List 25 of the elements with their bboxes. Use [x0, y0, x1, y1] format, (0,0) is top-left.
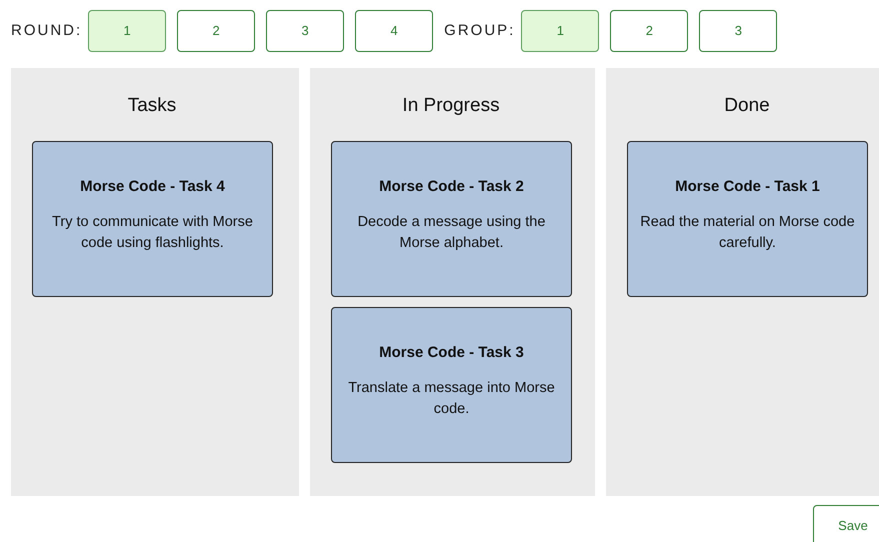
round-label: ROUND:	[11, 20, 82, 41]
card-description: Translate a message into Morse code.	[347, 379, 556, 419]
task-card[interactable]: Morse Code - Task 1 Read the material on Morse code carefully.	[627, 140, 868, 296]
save-button[interactable]: Save	[813, 505, 879, 542]
task-card[interactable]: Morse Code - Task 2 Decode a message using the Morse alphabet.	[331, 140, 572, 296]
card-title: Morse Code - Task 3	[378, 342, 525, 362]
card-title: Morse Code - Task 4	[79, 176, 226, 196]
column-title: Done	[723, 94, 771, 118]
round-option[interactable]: 4	[355, 10, 434, 52]
task-card[interactable]: Morse Code - Task 4 Try to communicate with Morse code using flashlights.	[32, 140, 273, 296]
column-title: Tasks	[126, 94, 178, 118]
round-option[interactable]: 3	[266, 10, 344, 52]
card-title: Morse Code - Task 1	[674, 176, 821, 196]
group-option[interactable]: 1	[521, 10, 600, 52]
column-title: In Progress	[401, 94, 501, 118]
group-option[interactable]: 3	[699, 10, 778, 52]
card-title: Morse Code - Task 2	[378, 176, 525, 196]
card-description: Read the material on Morse code carefully.	[639, 213, 856, 253]
round-option[interactable]: 2	[177, 10, 256, 52]
round-option[interactable]: 1	[88, 10, 166, 52]
group-label: GROUP:	[444, 20, 516, 41]
card-description: Decode a message using the Morse alphabet.	[356, 213, 546, 253]
group-option[interactable]: 2	[610, 10, 688, 52]
card-description: Try to communicate with Morse code using flashlights.	[51, 213, 254, 253]
task-card[interactable]: Morse Code - Task 3 Translate a message into Morse code.	[331, 306, 572, 462]
